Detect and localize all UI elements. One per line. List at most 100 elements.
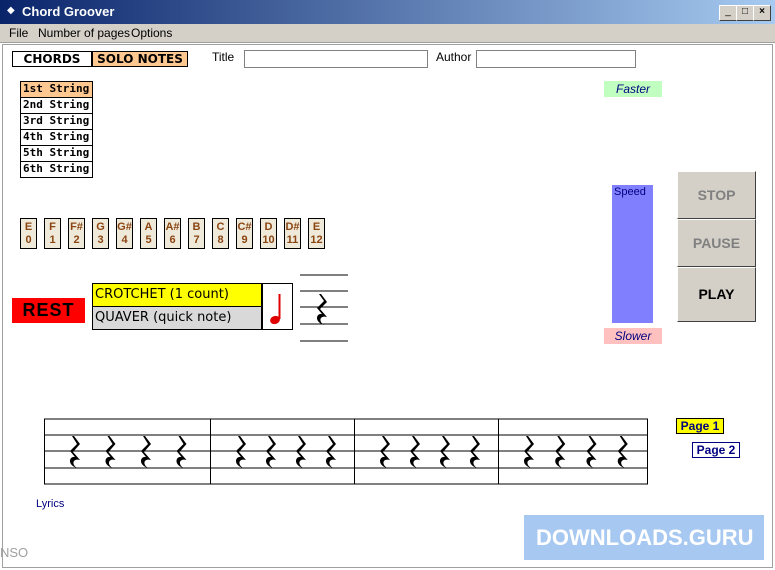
quaver-option[interactable]: QUAVER (quick note) bbox=[92, 306, 262, 330]
string-selector: 1st String 2nd String 3rd String 4th Str… bbox=[20, 81, 93, 178]
minimize-button[interactable]: _ bbox=[719, 5, 737, 21]
fret-number-label: 7 bbox=[193, 234, 200, 246]
fret-note-label: G bbox=[96, 221, 105, 233]
string-4th[interactable]: 4th String bbox=[20, 129, 93, 146]
string-6th[interactable]: 6th String bbox=[20, 161, 93, 178]
crotchet-rest-symbol[interactable] bbox=[586, 436, 597, 468]
music-staff[interactable] bbox=[44, 418, 649, 486]
fret-number-label: 4 bbox=[121, 234, 128, 246]
crotchet-rest-symbol[interactable] bbox=[141, 436, 151, 468]
play-button[interactable]: PLAY bbox=[677, 267, 756, 322]
fret-number-label: 8 bbox=[217, 234, 224, 246]
title-field[interactable] bbox=[244, 50, 428, 68]
crotchet-rest-symbol[interactable] bbox=[410, 436, 420, 468]
speed-label: Speed bbox=[614, 186, 646, 198]
crotchet-rest-icon bbox=[300, 274, 348, 342]
tab-chords[interactable]: CHORDS bbox=[12, 51, 92, 67]
crotchet-rest-symbol[interactable] bbox=[70, 436, 80, 468]
crotchet-rest-symbol[interactable] bbox=[105, 436, 116, 468]
fret-button-6[interactable]: A# 6 bbox=[164, 218, 181, 249]
watermark-text: DOWNLOADS.GURU bbox=[536, 525, 754, 550]
string-1st[interactable]: 1st String bbox=[20, 81, 93, 98]
string-5th[interactable]: 5th String bbox=[20, 145, 93, 162]
string-2nd[interactable]: 2nd String bbox=[20, 97, 93, 114]
crotchet-rest-symbol[interactable] bbox=[176, 436, 187, 468]
fret-button-10[interactable]: D 10 bbox=[260, 218, 277, 249]
menu-number-of-pages[interactable]: Number of pages bbox=[38, 26, 130, 40]
author-field[interactable] bbox=[476, 50, 636, 68]
crotchet-rest-symbol[interactable] bbox=[380, 436, 390, 468]
speed-slider[interactable]: Speed bbox=[612, 185, 653, 323]
crotchet-note-icon bbox=[270, 294, 281, 325]
crotchet-rest-symbol[interactable] bbox=[470, 436, 480, 468]
close-button[interactable]: × bbox=[753, 5, 771, 21]
author-label: Author bbox=[436, 50, 472, 64]
rest-preview-staff bbox=[300, 272, 348, 344]
title-label: Title bbox=[212, 50, 235, 64]
crotchet-rest-symbol[interactable] bbox=[236, 436, 246, 468]
rest-button[interactable]: REST bbox=[12, 298, 85, 323]
crotchet-rest-symbol[interactable] bbox=[326, 436, 336, 468]
fret-note-label: E bbox=[24, 221, 33, 233]
string-3rd[interactable]: 3rd String bbox=[20, 113, 93, 130]
fret-number-label: 1 bbox=[49, 234, 56, 246]
fret-button-1[interactable]: F1 bbox=[44, 218, 61, 249]
fret-button-3[interactable]: G3 bbox=[92, 218, 109, 249]
staff-lines bbox=[44, 418, 648, 485]
crotchet-rest-symbol[interactable] bbox=[555, 436, 566, 468]
fret-number-label: 12 bbox=[310, 234, 323, 246]
fret-button-9[interactable]: C# 9 bbox=[236, 218, 253, 249]
crotchet-rest-symbol[interactable] bbox=[617, 436, 628, 468]
fret-button-5[interactable]: A5 bbox=[140, 218, 157, 249]
fret-note-label: D bbox=[264, 221, 273, 233]
fret-note-label: G# bbox=[117, 221, 132, 233]
fret-note-label: F# bbox=[70, 221, 83, 233]
fret-number-label: 3 bbox=[97, 234, 104, 246]
fret-note-label: C# bbox=[237, 221, 252, 233]
fret-note-label: B bbox=[192, 221, 201, 233]
lyrics-label[interactable]: Lyrics bbox=[36, 498, 64, 510]
fret-note-label: E bbox=[312, 221, 321, 233]
stop-button[interactable]: STOP bbox=[677, 171, 756, 219]
watermark-logo: DOWNLOADS.GURU bbox=[524, 515, 764, 560]
fret-number-label: 5 bbox=[145, 234, 152, 246]
title-bar: ◆ Chord Groover _ □ × bbox=[0, 0, 775, 24]
tab-solo-notes[interactable]: SOLO NOTES bbox=[92, 51, 188, 67]
fret-note-label: D# bbox=[285, 221, 300, 233]
fret-number-label: 9 bbox=[241, 234, 248, 246]
note-preview bbox=[262, 283, 293, 330]
faster-label[interactable]: Faster bbox=[604, 81, 662, 97]
window-title: Chord Groover bbox=[22, 4, 115, 19]
app-icon[interactable]: ◆ bbox=[7, 6, 17, 16]
crotchet-rest-symbol[interactable] bbox=[296, 436, 306, 468]
fret-number-label: 0 bbox=[25, 234, 32, 246]
menu-file[interactable]: File bbox=[9, 26, 28, 40]
fret-number-label: 11 bbox=[286, 234, 299, 246]
slower-label[interactable]: Slower bbox=[604, 328, 662, 344]
fret-note-label: F bbox=[49, 221, 56, 233]
crotchet-rest-symbol[interactable] bbox=[266, 436, 276, 468]
fret-button-2[interactable]: F# 2 bbox=[68, 218, 85, 249]
fret-number-label: 6 bbox=[169, 234, 176, 246]
fret-note-label: A bbox=[144, 221, 153, 233]
crotchet-rest-symbol[interactable] bbox=[524, 436, 534, 468]
fret-note-label: C bbox=[216, 221, 225, 233]
page-1-button[interactable]: Page 1 bbox=[676, 418, 724, 434]
menu-options[interactable]: Options bbox=[131, 26, 172, 40]
fret-note-label: A# bbox=[165, 221, 180, 233]
fret-button-7[interactable]: B7 bbox=[188, 218, 205, 249]
fret-button-11[interactable]: D# 11 bbox=[284, 218, 301, 249]
fret-button-8[interactable]: C8 bbox=[212, 218, 229, 249]
page-2-button[interactable]: Page 2 bbox=[692, 442, 740, 458]
crotchet-option[interactable]: CROTCHET (1 count) bbox=[92, 283, 262, 307]
fret-button-4[interactable]: G# 4 bbox=[116, 218, 133, 249]
fret-number-label: 2 bbox=[73, 234, 80, 246]
fret-button-0[interactable]: E0 bbox=[20, 218, 37, 249]
fret-number-label: 10 bbox=[262, 234, 275, 246]
menu-bar: File Number of pages Options bbox=[0, 24, 775, 43]
pause-button[interactable]: PAUSE bbox=[677, 219, 756, 267]
fret-button-12[interactable]: E 12 bbox=[308, 218, 325, 249]
maximize-button[interactable]: □ bbox=[736, 5, 754, 21]
corner-text: NSO bbox=[0, 545, 29, 560]
crotchet-rest-symbol[interactable] bbox=[440, 436, 450, 468]
